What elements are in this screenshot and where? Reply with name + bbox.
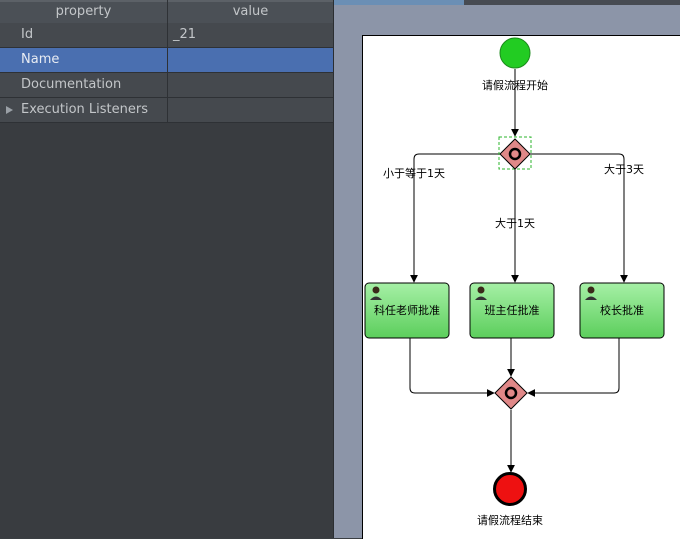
user-task-middle-label: 班主任批准 xyxy=(485,303,540,317)
bpmn-diagram: 请假流程开始 小于等于1天 大于1天 大于3天 科任老师批准 班主任批准 校长批… xyxy=(364,37,665,527)
start-event-label: 请假流程开始 xyxy=(482,78,548,92)
user-task-left-label: 科任老师批准 xyxy=(374,303,440,317)
exclusive-gateway-join[interactable] xyxy=(494,376,528,410)
flow-label-left: 小于等于1天 xyxy=(383,166,445,180)
flow-label-middle: 大于1天 xyxy=(495,216,535,230)
exclusive-gateway-split[interactable] xyxy=(498,136,532,170)
end-event[interactable] xyxy=(493,472,527,506)
flow-label-right: 大于3天 xyxy=(604,162,644,176)
user-task-right[interactable]: 校长批准 xyxy=(579,282,665,339)
end-event-label: 请假流程结束 xyxy=(477,513,543,527)
flow-left-task-to-join[interactable] xyxy=(409,338,495,397)
user-task-middle[interactable]: 班主任批准 xyxy=(469,282,555,339)
start-event[interactable] xyxy=(499,37,531,69)
flow-right-task-to-join[interactable] xyxy=(527,338,620,397)
gateway-diamond xyxy=(494,376,528,410)
sequence-flows xyxy=(409,69,628,473)
user-task-left[interactable]: 科任老师批准 xyxy=(364,282,450,339)
gateway-diamond xyxy=(499,138,531,170)
user-task-right-label: 校长批准 xyxy=(600,303,644,317)
